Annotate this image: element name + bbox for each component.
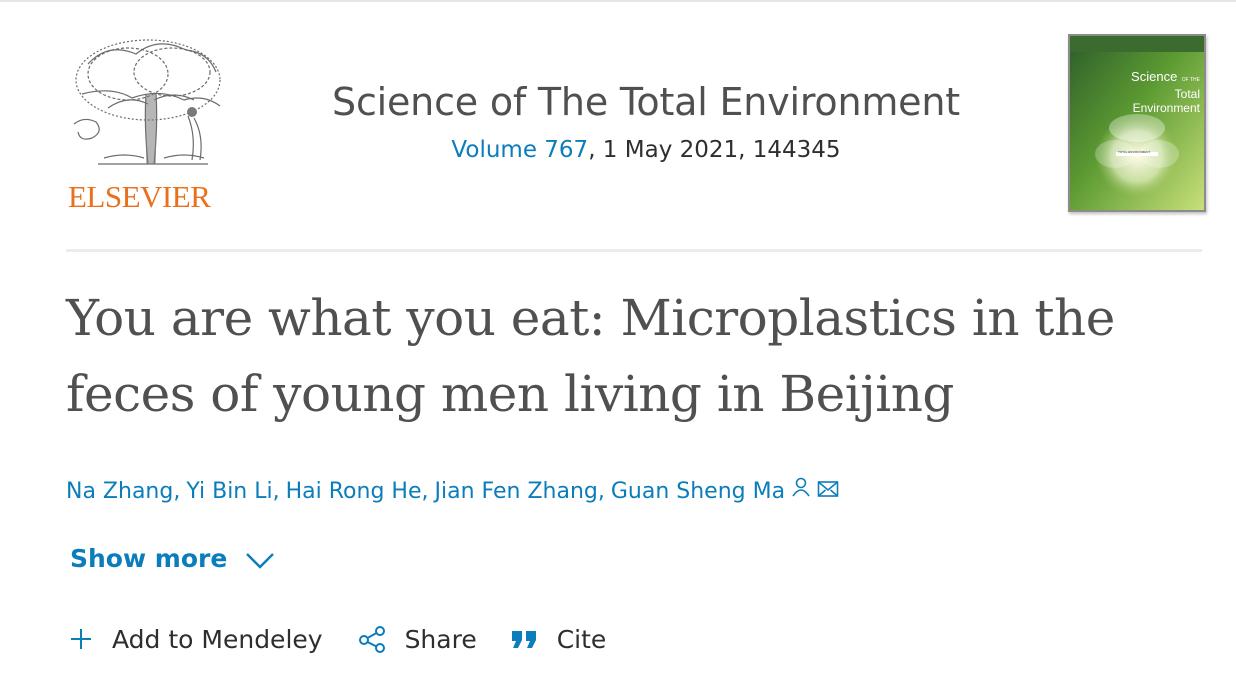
article-title: You are what you eat: Microplastics in t… [66,289,1115,423]
author-link-corresponding[interactable]: Guan Sheng Ma [611,474,785,510]
issue-details: , 1 May 2021, 144345 [588,137,841,163]
add-to-mendeley-button[interactable]: Add to Mendeley [68,625,323,654]
elsevier-logo[interactable]: ELSEVIER [66,34,228,214]
article-actions: Add to Mendeley Share Cite [68,618,640,660]
article-header: ELSEVIER Science of The Total Environmen… [66,34,1206,214]
author-link[interactable]: Jian Fen Zhang [435,474,598,510]
show-more-button[interactable]: Show more [70,538,275,578]
header-divider [66,249,1202,252]
author-link[interactable]: Yi Bin Li [186,474,272,510]
journal-cover-image[interactable]: Science OF THE Total Environment TOTAL E… [1068,34,1206,212]
cover-title-line2: Total Environment [1132,87,1200,115]
journal-info: Science of The Total Environment Volume … [246,78,1046,164]
elsevier-wordmark: ELSEVIER [68,179,211,214]
share-icon [357,624,387,654]
cover-title-small: OF THE [1181,77,1200,83]
envelope-icon[interactable] [817,474,839,510]
share-label: Share [404,624,477,654]
cite-label: Cite [556,624,607,654]
journal-issue: Volume 767, 1 May 2021, 144345 [246,136,1046,164]
author-link[interactable]: Na Zhang [66,474,173,510]
author-list: Na Zhang, Yi Bin Li, Hai Rong He, Jian F… [66,474,839,510]
author-separator: , [173,479,181,504]
show-more-label: Show more [70,543,228,573]
cover-title: Science OF THE Total Environment [1110,70,1200,115]
cover-art [1070,36,1204,210]
volume-link[interactable]: Volume 767 [451,137,588,163]
author-link[interactable]: Hai Rong He [286,474,422,510]
author-separator: , [421,479,429,504]
plus-icon [68,626,94,652]
cover-band-text: TOTAL ENVIRONMENT [1118,150,1151,154]
share-button[interactable]: Share [357,624,477,654]
chevron-down-icon [245,546,275,575]
author-separator: , [597,479,605,504]
top-divider [0,0,1236,2]
cite-button[interactable]: Cite [511,624,607,654]
author-separator: , [272,479,280,504]
add-to-mendeley-label: Add to Mendeley [112,624,323,654]
elsevier-tree-icon [73,39,221,165]
quote-icon [511,627,539,651]
person-icon[interactable] [791,474,811,510]
journal-title[interactable]: Science of The Total Environment [246,78,1046,126]
cover-title-line1: Science [1131,69,1178,84]
